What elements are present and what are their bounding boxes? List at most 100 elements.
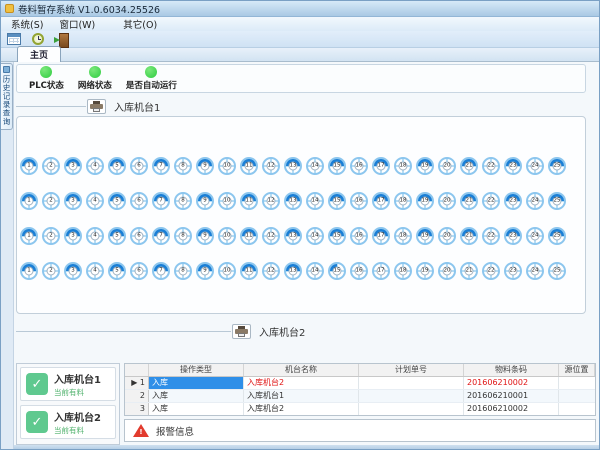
reel-slot[interactable]: 7 xyxy=(152,192,170,210)
reel-slot[interactable]: 13 xyxy=(284,262,302,280)
print-button-2[interactable] xyxy=(232,324,251,339)
reel-slot[interactable]: 18 xyxy=(394,157,412,175)
reel-slot[interactable]: 10 xyxy=(218,192,236,210)
reel-slot[interactable]: 4 xyxy=(86,227,104,245)
reel-slot[interactable]: 8 xyxy=(174,192,192,210)
reel-slot[interactable]: 11 xyxy=(240,157,258,175)
reel-slot[interactable]: 8 xyxy=(174,262,192,280)
reel-slot[interactable]: 23 xyxy=(504,157,522,175)
side-tab-history[interactable]: 历史记录查询 xyxy=(1,63,13,130)
reel-slot[interactable]: 10 xyxy=(218,227,236,245)
reel-slot[interactable]: 24 xyxy=(526,262,544,280)
menu-item-1[interactable]: 系统(S) xyxy=(3,16,51,32)
reel-slot[interactable]: 15 xyxy=(328,227,346,245)
reel-slot[interactable]: 5 xyxy=(108,192,126,210)
reel-slot[interactable]: 21 xyxy=(460,262,478,280)
reel-slot[interactable]: 3 xyxy=(64,262,82,280)
reel-slot[interactable]: 19 xyxy=(416,262,434,280)
reel-slot[interactable]: 13 xyxy=(284,227,302,245)
reel-slot[interactable]: 20 xyxy=(438,192,456,210)
reel-slot[interactable]: 6 xyxy=(130,157,148,175)
reel-slot[interactable]: 11 xyxy=(240,227,258,245)
reel-slot[interactable]: 18 xyxy=(394,262,412,280)
table-row[interactable]: 3入库入库机台2201606210002 xyxy=(125,403,595,416)
reel-slot[interactable]: 20 xyxy=(438,157,456,175)
reel-slot[interactable]: 19 xyxy=(416,157,434,175)
reel-slot[interactable]: 3 xyxy=(64,192,82,210)
reel-slot[interactable]: 8 xyxy=(174,227,192,245)
reel-slot[interactable]: 25 xyxy=(548,192,566,210)
reel-slot[interactable]: 2 xyxy=(42,227,60,245)
reel-slot[interactable]: 16 xyxy=(350,262,368,280)
reel-slot[interactable]: 9 xyxy=(196,192,214,210)
reel-slot[interactable]: 13 xyxy=(284,157,302,175)
reel-slot[interactable]: 22 xyxy=(482,157,500,175)
table-row[interactable]: 2入库入库机台1201606210001 xyxy=(125,390,595,403)
reel-slot[interactable]: 24 xyxy=(526,192,544,210)
reel-slot[interactable]: 24 xyxy=(526,157,544,175)
reel-slot[interactable]: 12 xyxy=(262,157,280,175)
reel-slot[interactable]: 9 xyxy=(196,227,214,245)
reel-slot[interactable]: 17 xyxy=(372,227,390,245)
reel-slot[interactable]: 5 xyxy=(108,227,126,245)
reel-slot[interactable]: 11 xyxy=(240,262,258,280)
reel-slot[interactable]: 12 xyxy=(262,227,280,245)
reel-slot[interactable]: 3 xyxy=(64,227,82,245)
reel-slot[interactable]: 12 xyxy=(262,192,280,210)
reel-slot[interactable]: 4 xyxy=(86,192,104,210)
reel-slot[interactable]: 18 xyxy=(394,192,412,210)
reel-slot[interactable]: 23 xyxy=(504,262,522,280)
reel-slot[interactable]: 25 xyxy=(548,262,566,280)
reel-slot[interactable]: 16 xyxy=(350,157,368,175)
reel-slot[interactable]: 2 xyxy=(42,157,60,175)
calendar-button[interactable] xyxy=(4,32,23,47)
reel-slot[interactable]: 7 xyxy=(152,227,170,245)
reel-slot[interactable]: 12 xyxy=(262,262,280,280)
reel-slot[interactable]: 21 xyxy=(460,192,478,210)
reel-slot[interactable]: 18 xyxy=(394,227,412,245)
reel-slot[interactable]: 15 xyxy=(328,192,346,210)
reel-slot[interactable]: 16 xyxy=(350,227,368,245)
reel-slot[interactable]: 16 xyxy=(350,192,368,210)
reel-slot[interactable]: 22 xyxy=(482,227,500,245)
reel-slot[interactable]: 13 xyxy=(284,192,302,210)
reel-slot[interactable]: 14 xyxy=(306,192,324,210)
reel-slot[interactable]: 20 xyxy=(438,262,456,280)
reel-slot[interactable]: 5 xyxy=(108,157,126,175)
reel-slot[interactable]: 6 xyxy=(130,262,148,280)
reel-slot[interactable]: 2 xyxy=(42,262,60,280)
reel-slot[interactable]: 25 xyxy=(548,157,566,175)
reel-slot[interactable]: 23 xyxy=(504,227,522,245)
exit-button[interactable] xyxy=(52,32,71,47)
reel-slot[interactable]: 7 xyxy=(152,262,170,280)
reel-slot[interactable]: 6 xyxy=(130,227,148,245)
task-table[interactable]: 操作类型机台名称计划单号物料条码源位置▶ 1入库入库机台220160621000… xyxy=(124,363,596,416)
reel-slot[interactable]: 14 xyxy=(306,262,324,280)
reel-slot[interactable]: 9 xyxy=(196,262,214,280)
reel-slot[interactable]: 6 xyxy=(130,192,148,210)
reel-slot[interactable]: 19 xyxy=(416,192,434,210)
reel-slot[interactable]: 3 xyxy=(64,157,82,175)
reel-slot[interactable]: 20 xyxy=(438,227,456,245)
table-row[interactable]: ▶ 1入库入库机台2201606210002 xyxy=(125,377,595,390)
reel-slot[interactable]: 15 xyxy=(328,262,346,280)
reel-slot[interactable]: 23 xyxy=(504,192,522,210)
reel-slot[interactable]: 1 xyxy=(20,192,38,210)
clock-button[interactable] xyxy=(28,32,47,47)
reel-slot[interactable]: 2 xyxy=(42,192,60,210)
reel-slot[interactable]: 4 xyxy=(86,262,104,280)
reel-slot[interactable]: 11 xyxy=(240,192,258,210)
reel-slot[interactable]: 21 xyxy=(460,227,478,245)
reel-slot[interactable]: 14 xyxy=(306,227,324,245)
tab-home[interactable]: 主页 xyxy=(17,46,61,62)
reel-slot[interactable]: 5 xyxy=(108,262,126,280)
machine-card-1[interactable]: ✓入库机台1当前有料 xyxy=(20,367,116,401)
reel-slot[interactable]: 8 xyxy=(174,157,192,175)
reel-slot[interactable]: 22 xyxy=(482,192,500,210)
machine-card-2[interactable]: ✓入库机台2当前有料 xyxy=(20,405,116,439)
reel-slot[interactable]: 24 xyxy=(526,227,544,245)
menu-item-2[interactable]: 窗口(W) xyxy=(51,16,103,32)
reel-slot[interactable]: 10 xyxy=(218,262,236,280)
reel-slot[interactable]: 4 xyxy=(86,157,104,175)
reel-slot[interactable]: 19 xyxy=(416,227,434,245)
